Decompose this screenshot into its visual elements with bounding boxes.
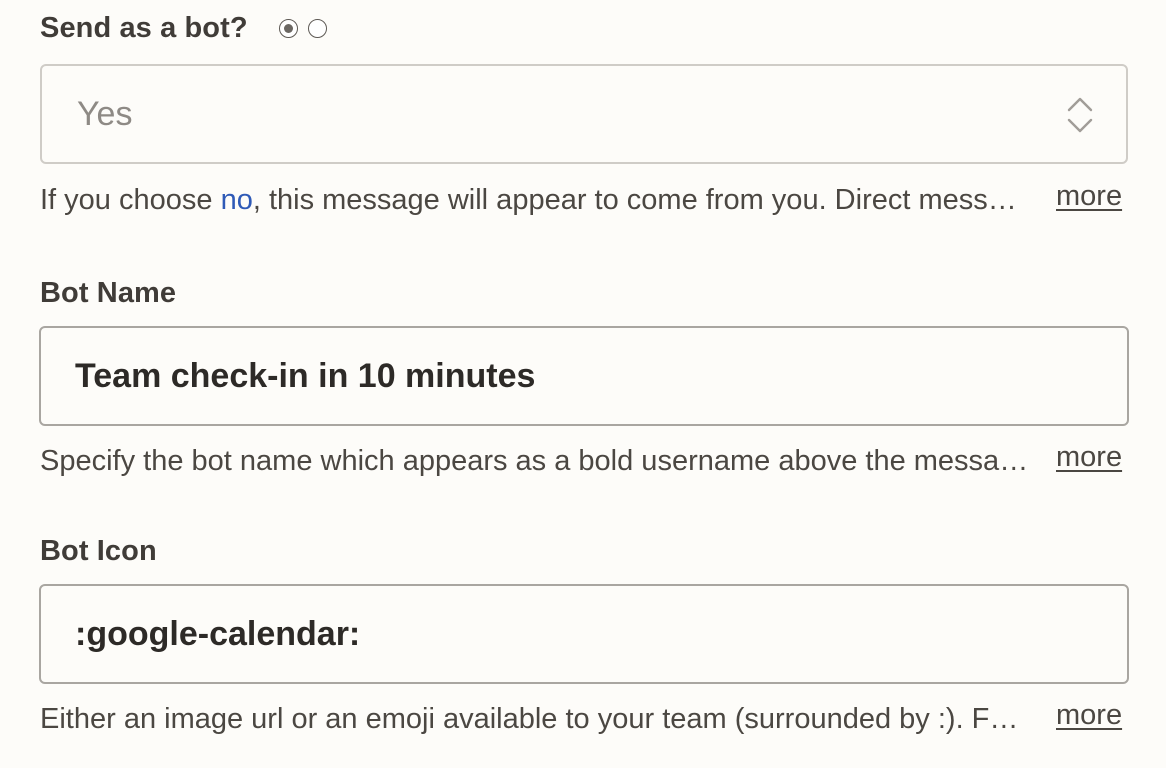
bot-icon-help-text: Either an image url or an emoji availabl… <box>40 703 1030 735</box>
send-as-bot-label: Send as a bot? <box>40 12 248 44</box>
bot-icon-value: :google-calendar: <box>75 614 361 653</box>
radio-option-selected[interactable] <box>279 19 298 38</box>
bot-name-more-link[interactable]: more <box>1056 441 1122 474</box>
bot-name-label: Bot Name <box>40 277 177 309</box>
bot-icon-more-link[interactable]: more <box>1056 699 1122 732</box>
bot-name-help-text: Specify the bot name which appears as a … <box>40 445 1030 477</box>
send-as-bot-help-text: If you choose no, this message will appe… <box>40 184 1030 217</box>
bot-icon-input[interactable]: :google-calendar: <box>39 584 1129 684</box>
send-as-bot-selected-value: Yes <box>77 94 133 133</box>
send-as-bot-select[interactable]: Yes <box>40 64 1128 164</box>
slack-bot-settings-form: Send as a bot? Yes If you choose no, thi… <box>0 0 1166 768</box>
send-as-bot-radio-group <box>279 19 327 38</box>
bot-name-value: Team check-in in 10 minutes <box>75 356 536 395</box>
bot-icon-label: Bot Icon <box>40 535 157 567</box>
radio-dot <box>284 24 293 33</box>
help-keyword-no: no <box>220 184 253 216</box>
radio-option-unselected[interactable] <box>308 19 327 38</box>
send-as-bot-more-link[interactable]: more <box>1056 180 1122 213</box>
help-suffix: , this message will appear to come from … <box>252 184 1030 216</box>
bot-name-input[interactable]: Team check-in in 10 minutes <box>39 326 1129 426</box>
help-prefix: If you choose <box>40 184 221 216</box>
chevron-up-down-icon <box>1067 97 1093 133</box>
